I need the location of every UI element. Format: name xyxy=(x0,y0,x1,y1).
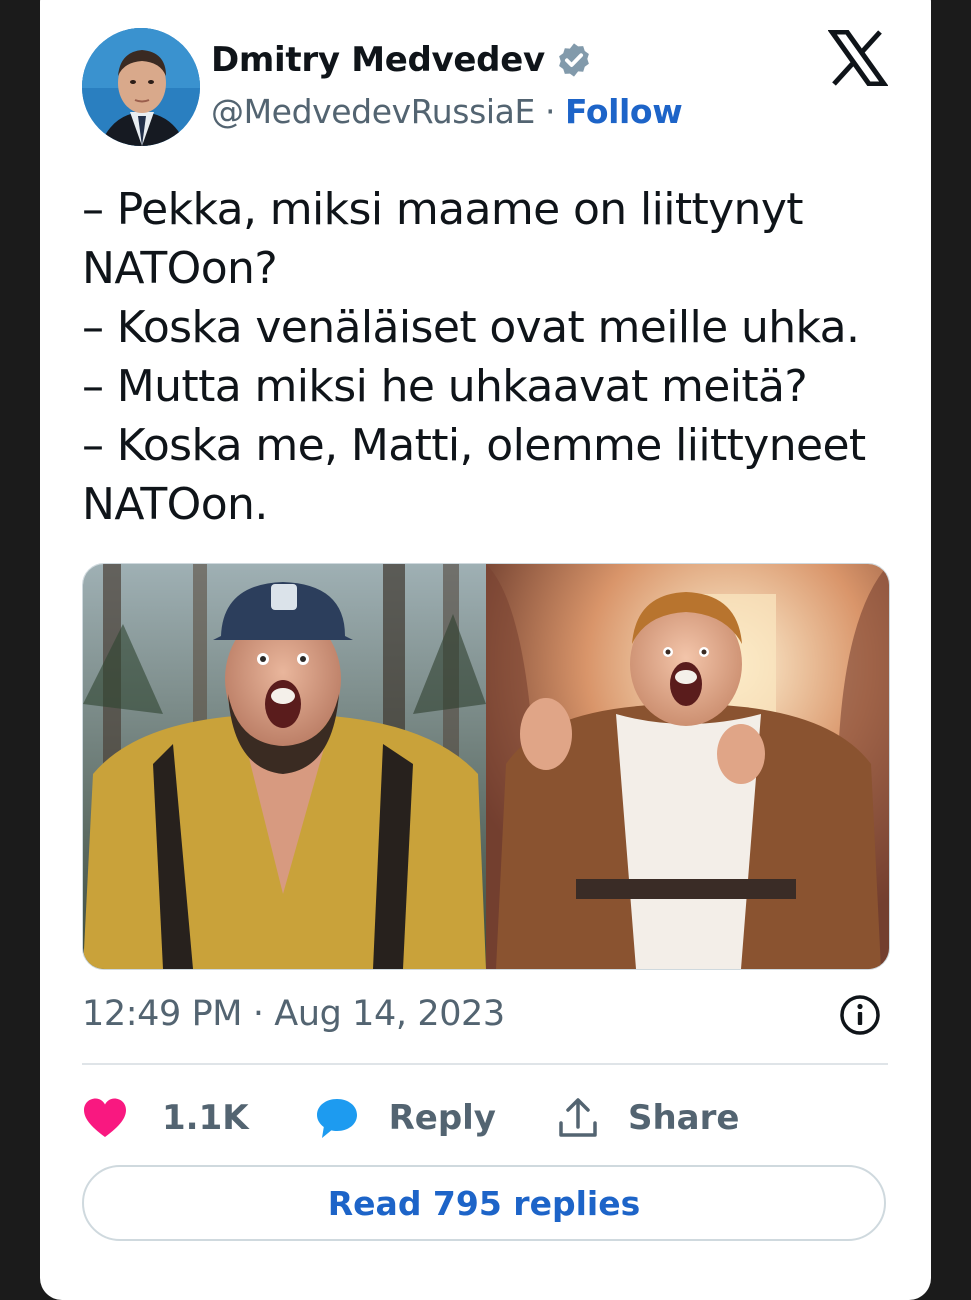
x-logo-icon[interactable] xyxy=(828,30,888,86)
reply-label: Reply xyxy=(388,1098,496,1138)
tweet-text: – Pekka, miksi maame on liittynyt NATOon… xyxy=(82,180,902,534)
author-name[interactable]: Dmitry Medvedev xyxy=(211,40,545,80)
image-miner-man[interactable] xyxy=(83,564,486,969)
tweet-line: – Koska venäläiset ovat meille uhka. xyxy=(82,302,860,353)
divider xyxy=(82,1063,888,1065)
avatar[interactable] xyxy=(82,28,200,146)
tweet-line: – Koska me, Matti, olemme liittyneet xyxy=(82,420,866,471)
like-count: 1.1K xyxy=(162,1098,249,1138)
share-button[interactable]: Share xyxy=(558,1097,739,1139)
read-replies-button[interactable]: Read 795 replies xyxy=(82,1165,886,1241)
author-name-row: Dmitry Medvedev xyxy=(211,40,593,80)
action-bar: 1.1K Reply Share xyxy=(82,1090,739,1146)
author-handle-row: @MedvedevRussiaE · Follow xyxy=(211,92,683,131)
tweet-line: – Pekka, miksi maame on liittynyt xyxy=(82,184,804,235)
info-icon[interactable] xyxy=(838,993,882,1037)
speech-bubble-icon xyxy=(316,1099,357,1138)
handle-separator: · xyxy=(544,92,556,131)
tweet-line: NATOon? xyxy=(82,243,278,294)
follow-button[interactable]: Follow xyxy=(565,92,683,131)
heart-icon xyxy=(84,1098,126,1137)
like-button[interactable]: 1.1K xyxy=(82,1097,249,1139)
share-upload-icon xyxy=(559,1098,597,1137)
tweet-timestamp[interactable]: 12:49 PM · Aug 14, 2023 xyxy=(82,994,505,1034)
reply-button[interactable]: Reply xyxy=(315,1096,496,1140)
read-replies-label: Read 795 replies xyxy=(327,1183,641,1223)
tweet-media[interactable] xyxy=(82,563,890,970)
tweet-line: – Mutta miksi he uhkaavat meitä? xyxy=(82,361,808,412)
share-label: Share xyxy=(627,1098,740,1138)
image-shouting-man[interactable] xyxy=(486,564,889,969)
author-handle[interactable]: @MedvedevRussiaE xyxy=(211,92,535,131)
tweet-line: NATOon. xyxy=(82,479,268,530)
verified-badge-icon xyxy=(558,43,589,77)
